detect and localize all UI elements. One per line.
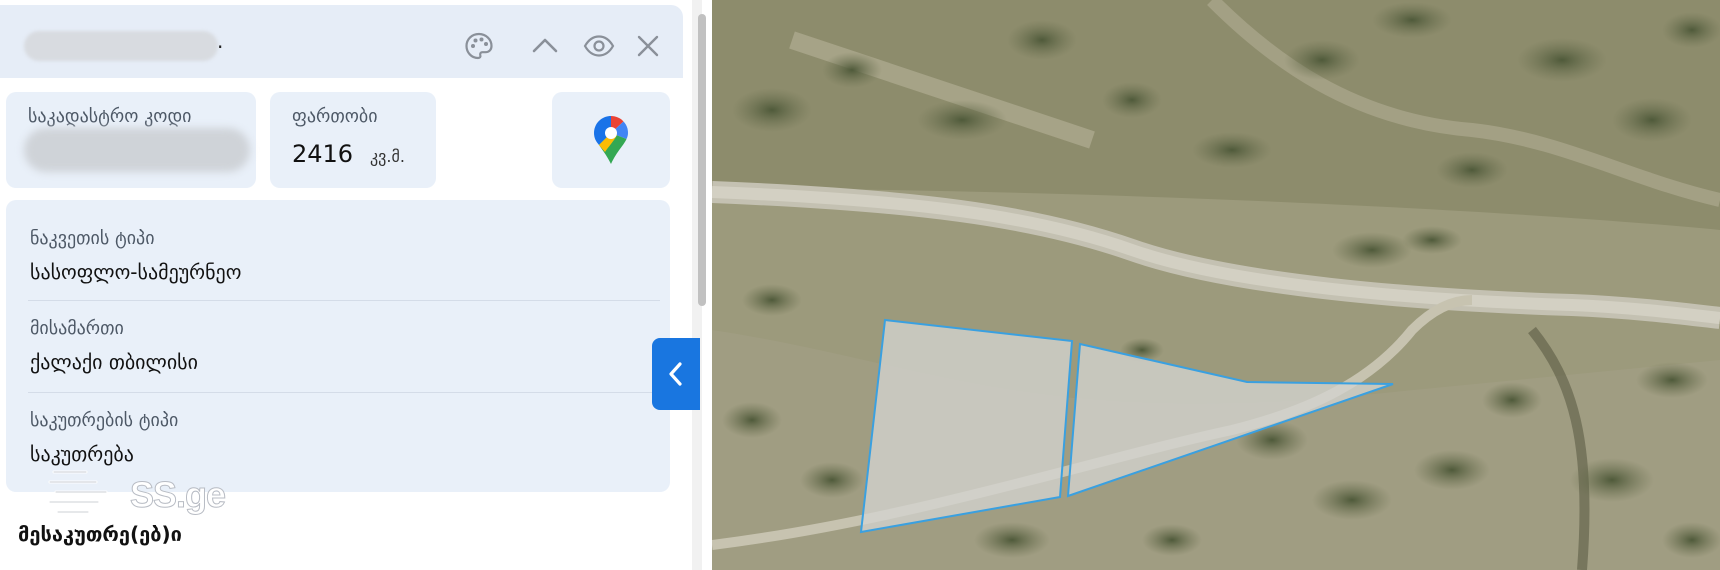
area-unit: კვ.მ. [370, 147, 405, 166]
divider [28, 300, 660, 301]
owners-heading: მესაკუთრე(ებ)ი [18, 522, 182, 546]
area-card: ფართობი 2416 კვ.მ. [270, 92, 436, 188]
google-maps-button[interactable] [552, 92, 670, 188]
scrollbar-thumb[interactable] [698, 14, 706, 306]
plot-type-label: ნაკვეთის ტიპი [30, 228, 155, 249]
close-icon[interactable] [631, 29, 665, 63]
area-label: ფართობი [292, 106, 378, 127]
chevron-up-icon[interactable] [528, 29, 562, 63]
watermark-text: SS.ge [129, 474, 226, 516]
satellite-map[interactable] [712, 0, 1720, 570]
divider [28, 392, 660, 393]
google-maps-icon [594, 116, 628, 164]
redacted-title [24, 31, 218, 61]
ownership-type-value: საკუთრება [30, 442, 134, 466]
chevron-left-icon [669, 362, 682, 386]
panel-header: . [0, 5, 683, 78]
ownership-type-label: საკუთრების ტიპი [30, 410, 179, 431]
address-value: ქალაქი თბილისი [30, 350, 198, 374]
plot-type-value: სასოფლო-სამეურნეო [30, 260, 242, 284]
address-label: მისამართი [30, 318, 124, 339]
palette-icon[interactable] [462, 29, 496, 63]
eye-icon[interactable] [582, 29, 616, 63]
title-suffix: . [217, 29, 224, 53]
ssge-watermark: SS.ge [48, 466, 238, 528]
collapse-panel-button[interactable] [652, 338, 700, 410]
area-value: 2416 [292, 140, 354, 168]
cadastral-code-label: საკადასტრო კოდი [28, 106, 192, 127]
property-panel: . საკადასტრო კოდი ფართობი 2416 კვ.მ. ნაკ… [0, 0, 693, 570]
redacted-cadastral-code [24, 128, 250, 172]
details-card: ნაკვეთის ტიპი სასოფლო-სამეურნეო მისამართ… [6, 200, 670, 492]
